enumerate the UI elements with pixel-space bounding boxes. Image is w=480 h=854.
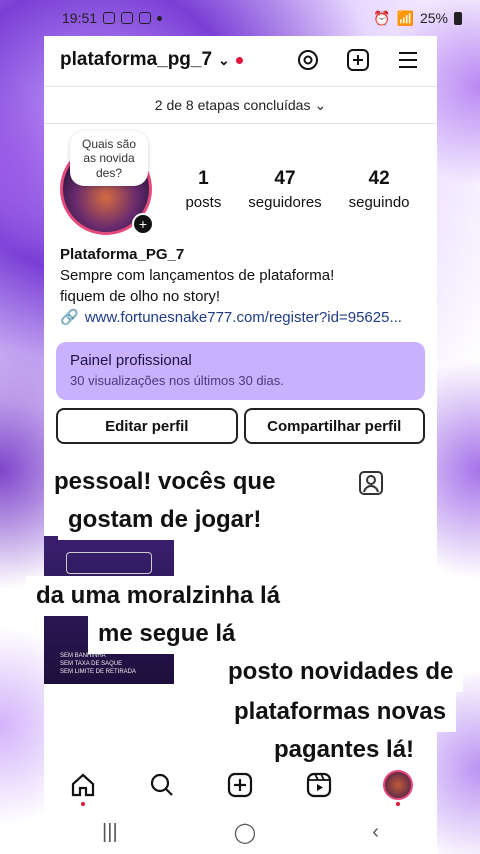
edit-profile-button[interactable]: Editar perfil	[56, 408, 238, 444]
stat-following[interactable]: 42 seguindo	[349, 168, 410, 211]
professional-dashboard[interactable]: Painel profissional 30 visualizações nos…	[56, 342, 425, 400]
profile-header: Quais são as novida des? + 1 posts 47 se…	[44, 124, 437, 244]
bio-link[interactable]: 🔗 www.fortunesnake777.com/register?id=95…	[60, 307, 421, 328]
caption-line: posto novidades de	[218, 652, 464, 692]
wifi-icon: 📶	[396, 9, 414, 26]
home-button-icon[interactable]: ◯	[234, 820, 256, 845]
bio-link-text: www.fortunesnake777.com/register?id=9562…	[84, 309, 402, 326]
plus-square-icon[interactable]	[225, 770, 255, 800]
account-switcher[interactable]: plataforma_pg_7 ⌄	[60, 49, 243, 71]
profile-stats: 1 posts 47 seguidores 42 seguindo	[172, 168, 423, 211]
chevron-down-icon: ⌄	[314, 96, 327, 113]
chevron-down-icon: ⌄	[218, 51, 230, 68]
system-navigation: ||| ◯ ‹	[44, 810, 437, 854]
stat-label: seguindo	[348, 193, 410, 211]
stat-label: posts	[185, 193, 222, 211]
battery-percent: 25%	[419, 10, 448, 26]
note-bubble[interactable]: Quais são as novida des?	[70, 131, 148, 187]
top-bar: plataforma_pg_7 ⌄	[44, 36, 437, 84]
gallery-notification-icon	[139, 12, 152, 24]
hamburger-menu-icon[interactable]	[395, 47, 421, 73]
bio-line: Sempre com lançamentos de plataforma!	[60, 267, 335, 284]
steps-text: 2 de 8 etapas concluídas	[154, 97, 311, 113]
plus-square-icon[interactable]	[345, 47, 371, 73]
profile-buttons: Editar perfil Compartilhar perfil	[56, 408, 425, 444]
profile-avatar-tab[interactable]	[382, 770, 413, 806]
stat-number: 47	[274, 167, 296, 189]
stat-label: seguidores	[248, 193, 322, 211]
stat-followers[interactable]: 47 seguidores	[248, 168, 321, 211]
panel-title: Painel profissional	[70, 352, 192, 369]
battery-icon	[454, 11, 462, 25]
recent-apps-icon[interactable]: |||	[102, 821, 118, 844]
tagged-person-icon[interactable]	[358, 470, 388, 500]
back-icon[interactable]: ‹	[372, 821, 379, 844]
stat-number: 42	[368, 167, 390, 189]
bio-section: Plataforma_PG_7 Sempre com lançamentos d…	[44, 244, 437, 328]
caption-line: pessoal! vocês que	[44, 462, 286, 502]
alarm-icon: ⏰	[373, 9, 391, 26]
caption-line: me segue lá	[88, 614, 246, 654]
caption-line: pagantes lá!	[264, 730, 425, 770]
stat-number: 1	[198, 167, 209, 189]
thumbnail-text: SEM BANHINHA SEM TAXA DE SAQUE SEM LIMIT…	[60, 653, 137, 675]
share-profile-button[interactable]: Compartilhar perfil	[243, 408, 425, 444]
calendar-notification-icon	[121, 12, 134, 24]
home-icon[interactable]	[68, 770, 98, 806]
notification-dot	[235, 56, 243, 64]
caption-line: gostam de jogar!	[58, 500, 272, 540]
notification-dot	[81, 802, 86, 806]
add-story-icon[interactable]: +	[132, 213, 154, 235]
username: plataforma_pg_7	[60, 49, 213, 70]
status-bar: 19:51 ⏰ 📶 25%	[0, 0, 480, 36]
caption-line: plataformas novas	[224, 692, 457, 732]
panel-subtitle: 30 visualizações nos últimos 30 dias.	[70, 373, 284, 388]
more-notifications-dot	[157, 15, 163, 21]
avatar-container[interactable]: Quais são as novida des? +	[60, 131, 154, 235]
caption-line: da uma moralzinha lá	[26, 576, 291, 616]
stat-posts[interactable]: 1 posts	[185, 168, 221, 211]
thumbnail-box	[66, 552, 152, 574]
notification-dot	[395, 802, 400, 806]
bio-line: fiquem de olho no story!	[60, 288, 221, 305]
status-time: 19:51	[62, 10, 98, 26]
display-name: Plataforma_PG_7	[60, 246, 185, 263]
threads-icon[interactable]	[295, 47, 321, 73]
instagram-notification-icon	[103, 12, 116, 24]
setup-steps-banner[interactable]: 2 de 8 etapas concluídas ⌄	[44, 86, 437, 124]
search-icon[interactable]	[147, 770, 177, 800]
reels-icon[interactable]	[304, 770, 334, 800]
link-icon: 🔗	[60, 309, 79, 326]
avatar	[382, 770, 413, 800]
